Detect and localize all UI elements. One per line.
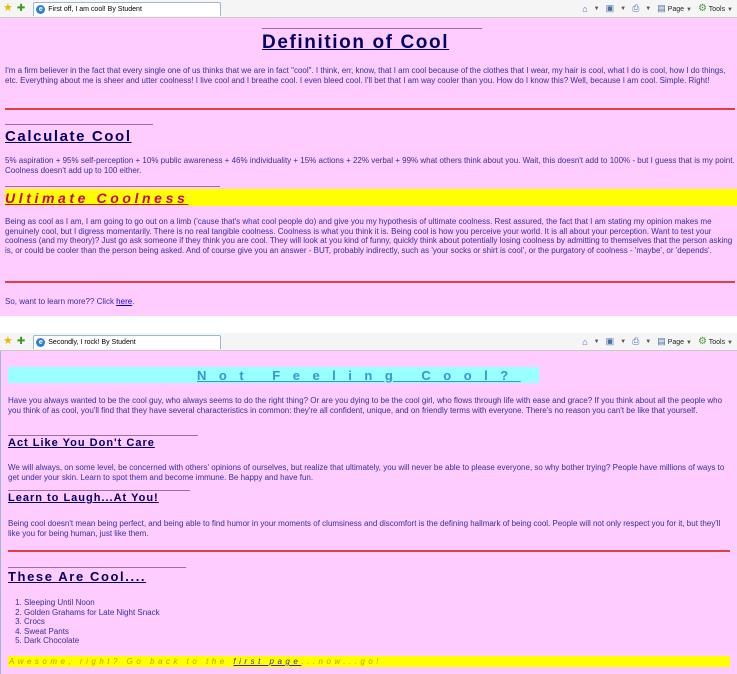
print-icon[interactable]: ⎙ (632, 336, 639, 347)
command-bar: ⌂ ▼ ▣ ▼ ⎙ ▼ ▤ Page ▼ ⚙ Tools ▼ (582, 3, 737, 14)
act-like-heading: Act Like You Don't Care (8, 437, 155, 449)
tab-title: Secondly, I rock! By Student (48, 338, 136, 346)
favorites-group: ★ ✚ (0, 3, 25, 14)
browser-tab-2[interactable]: e Secondly, I rock! By Student (33, 334, 222, 349)
chevron-down-icon[interactable]: ▼ (620, 339, 626, 345)
learn-more-text: So, want to learn more?? Click here. (5, 297, 135, 306)
divider (8, 490, 190, 491)
print-icon[interactable]: ⎙ (632, 3, 639, 14)
browser-tab-1[interactable]: e First off, I am cool! By Student (33, 1, 222, 16)
list-item: Sweat Pants (24, 627, 160, 637)
intro-paragraph: I'm a firm believer in the fact that eve… (5, 66, 726, 85)
chevron-down-icon[interactable]: ▼ (645, 339, 651, 345)
calculate-cool-heading: Calculate Cool (5, 128, 132, 145)
learn-to-laugh-heading: Learn to Laugh...At You! (8, 492, 159, 504)
ie-page-icon: e (36, 4, 46, 14)
page-menu-button[interactable]: ▤ Page ▼ (657, 336, 692, 347)
first-page-link[interactable]: first page (233, 657, 301, 666)
intro-paragraph: Have you always wanted to be the cool gu… (8, 396, 723, 415)
add-favorites-icon[interactable]: ✚ (17, 3, 25, 14)
page-1-content: Definition of Cool I'm a firm believer i… (0, 18, 737, 316)
divider (8, 435, 198, 436)
divider (5, 124, 153, 125)
list-item: Crocs (24, 617, 160, 627)
ultimate-coolness-heading: Ultimate Coolness (5, 190, 189, 206)
tab-title: First off, I am cool! By Student (48, 5, 142, 13)
red-divider (5, 281, 735, 283)
page-menu-button[interactable]: ▤ Page ▼ (657, 3, 692, 14)
back-text: Awesome, right? Go back to the first pag… (9, 657, 383, 666)
list-item: Dark Chocolate (24, 636, 160, 646)
add-favorites-icon[interactable]: ✚ (17, 336, 25, 347)
chevron-down-icon[interactable]: ▼ (594, 339, 600, 345)
command-bar: ⌂ ▼ ▣ ▼ ⎙ ▼ ▤ Page ▼ ⚙ Tools ▼ (582, 336, 737, 347)
window-gap (0, 316, 737, 333)
red-divider (5, 108, 735, 110)
list-item: Golden Grahams for Late Night Snack (24, 608, 160, 618)
ultimate-coolness-text: Being as cool as I am, I am going to go … (5, 217, 733, 255)
list-item: Sleeping Until Noon (24, 598, 160, 608)
feeds-icon[interactable]: ▣ (606, 3, 615, 14)
cool-things-list: Sleeping Until NoonGolden Grahams for La… (8, 598, 160, 646)
browser-toolbar-2: ★ ✚ e Secondly, I rock! By Student ⌂ ▼ ▣ ▼… (0, 333, 737, 351)
chevron-down-icon[interactable]: ▼ (620, 6, 626, 12)
calculate-cool-text: 5% aspiration + 95% self-perception + 10… (5, 156, 735, 175)
these-are-cool-heading: These Are Cool.... (8, 569, 147, 584)
tools-menu-button[interactable]: ⚙ Tools ▼ (698, 336, 733, 347)
page-title: Definition of Cool (262, 32, 450, 53)
gear-icon: ⚙ (697, 336, 707, 347)
page-2-content: Not Feeling Cool? Have you always wanted… (0, 351, 737, 674)
favorites-star-icon[interactable]: ★ (3, 336, 13, 347)
divider (262, 28, 482, 29)
divider (8, 567, 186, 568)
learn-to-laugh-text: Being cool doesn't mean being perfect, a… (8, 519, 721, 538)
page-title: Not Feeling Cool? (197, 368, 521, 383)
divider (5, 186, 220, 187)
home-icon[interactable]: ⌂ (582, 337, 587, 347)
favorites-star-icon[interactable]: ★ (3, 3, 13, 14)
browser-toolbar-1: ★ ✚ e First off, I am cool! By Student ⌂… (0, 0, 737, 18)
here-link[interactable]: here (116, 297, 132, 306)
favorites-group: ★ ✚ (0, 336, 25, 347)
chevron-down-icon[interactable]: ▼ (645, 6, 651, 12)
red-divider (8, 550, 730, 552)
home-icon[interactable]: ⌂ (582, 4, 587, 14)
page-icon: ▤ (657, 336, 666, 346)
ie-page-icon: e (36, 337, 46, 347)
page-icon: ▤ (657, 3, 666, 13)
gear-icon: ⚙ (697, 3, 707, 14)
chevron-down-icon[interactable]: ▼ (594, 6, 600, 12)
feeds-icon[interactable]: ▣ (606, 336, 615, 347)
tools-menu-button[interactable]: ⚙ Tools ▼ (698, 3, 733, 14)
act-like-text: We will always, on some level, be concer… (8, 463, 725, 482)
